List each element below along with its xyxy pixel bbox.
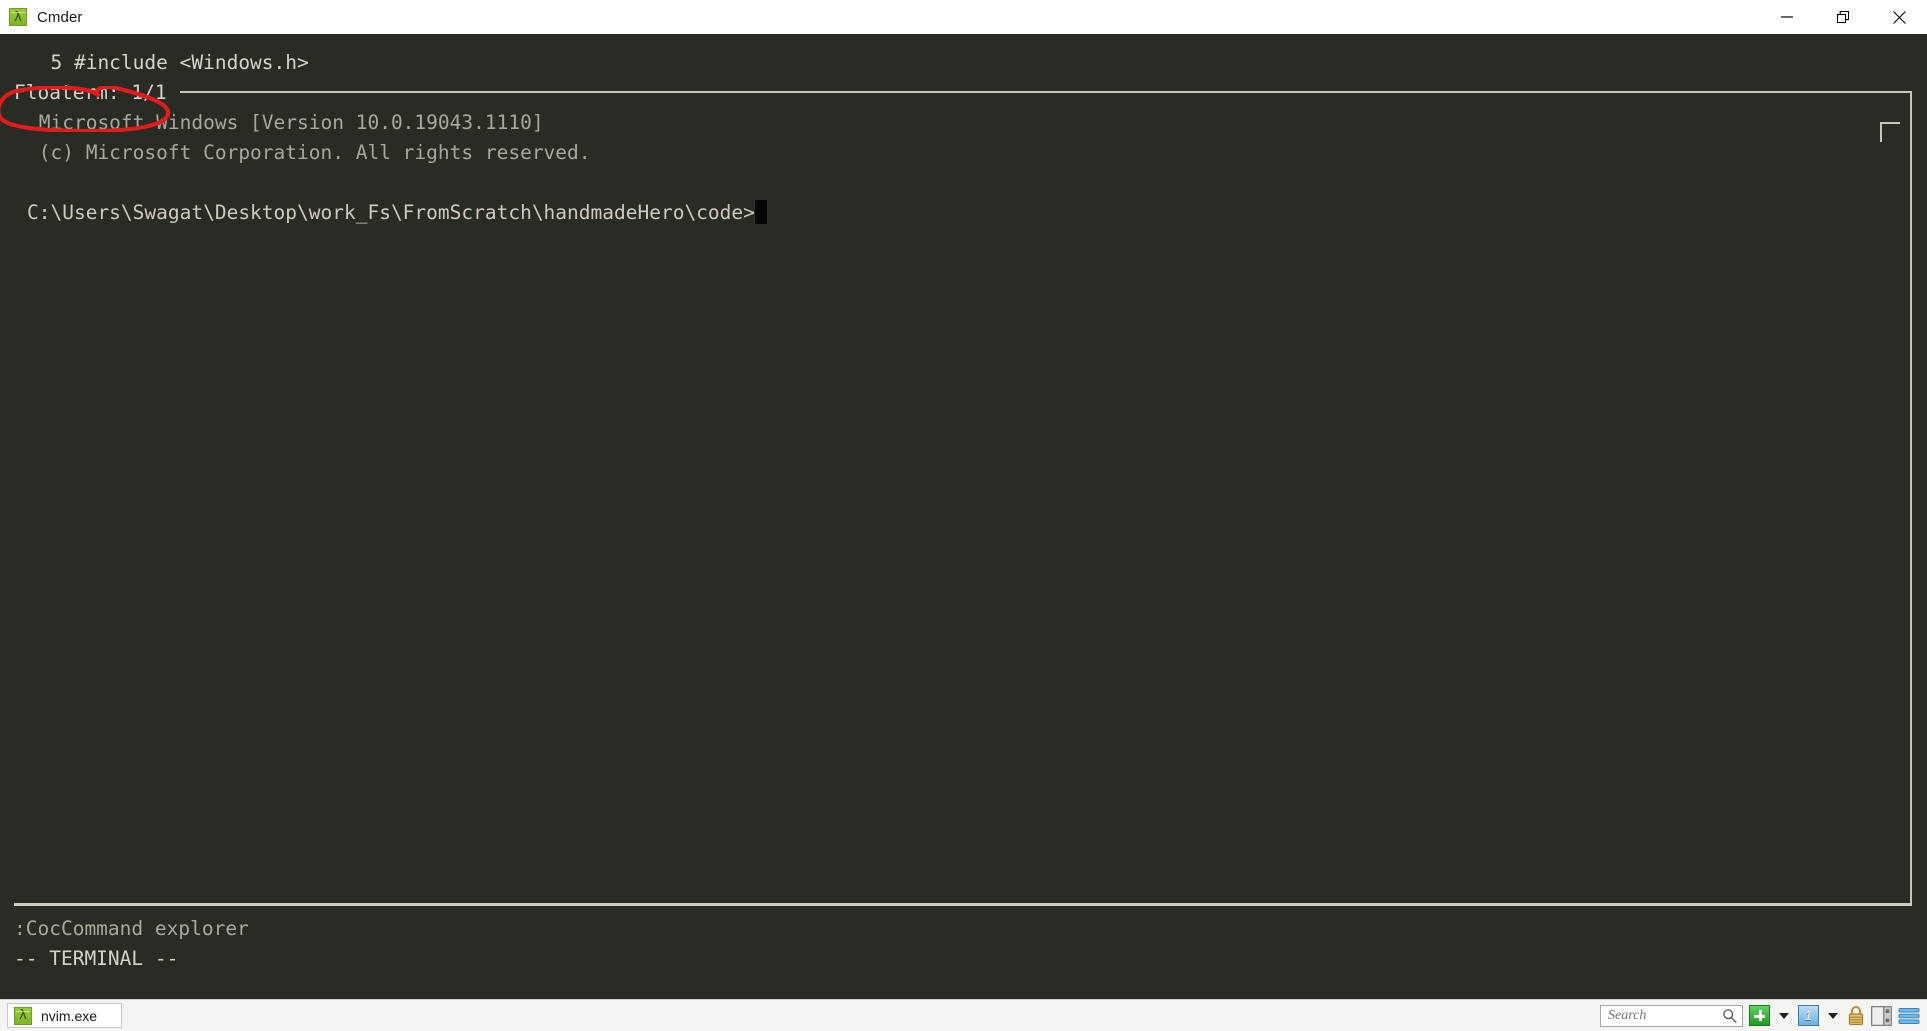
minimize-icon: [1781, 16, 1793, 18]
restore-button[interactable]: [1815, 0, 1871, 34]
restore-icon: [1836, 10, 1849, 23]
lambda-icon: λ: [9, 8, 27, 26]
cmder-statusbar: λ nvim.exe Search 1: [0, 999, 1927, 1031]
window-titlebar: λ Cmder: [0, 0, 1927, 34]
statusbar-right-group: Search 1: [1600, 1004, 1927, 1027]
shell-prompt-line[interactable]: C:\Users\Swagat\Desktop\work_Fs\FromScra…: [27, 198, 767, 228]
floaterm-status-label: Floaterm: 1/1: [14, 81, 167, 104]
console-tab-label: nvim.exe: [41, 1007, 98, 1024]
floating-terminal-bottom-border: [14, 903, 1912, 906]
vim-mode-line: -- TERMINAL --: [14, 947, 179, 970]
editor-line-include: 5 #include <Windows.h>: [27, 51, 309, 74]
floating-terminal-top-border: [180, 91, 1912, 93]
prompt-path: C:\Users\Swagat\Desktop\work_Fs\FromScra…: [27, 201, 755, 224]
vim-command-line: :CocCommand explorer: [14, 917, 249, 940]
close-icon: [1892, 10, 1906, 24]
new-console-button[interactable]: [1749, 1005, 1770, 1026]
search-box[interactable]: Search: [1600, 1004, 1743, 1027]
floating-terminal-corner-mark: [1880, 122, 1900, 142]
console-tab-nvim[interactable]: λ nvim.exe: [7, 1003, 122, 1028]
lambda-icon: λ: [14, 1006, 32, 1025]
lock-icon[interactable]: [1847, 1005, 1865, 1026]
copyright-line: (c) Microsoft Corporation. All rights re…: [27, 141, 591, 164]
close-button[interactable]: [1871, 0, 1927, 34]
search-input[interactable]: Search: [1608, 1008, 1722, 1024]
floating-terminal-right-border: [1910, 91, 1912, 906]
panel-layout-icon[interactable]: [1871, 1005, 1892, 1026]
minimize-button[interactable]: [1759, 0, 1815, 34]
titlebar-left: λ Cmder: [0, 8, 83, 26]
window-controls: [1759, 0, 1927, 34]
new-console-chevron-down-icon[interactable]: [1779, 1012, 1789, 1019]
tabs-chevron-down-icon[interactable]: [1828, 1012, 1838, 1019]
hamburger-menu-icon[interactable]: [1898, 1006, 1920, 1026]
active-tab-indicator[interactable]: 1: [1798, 1005, 1819, 1026]
windows-version-line: Microsoft Windows [Version 10.0.19043.11…: [27, 111, 544, 134]
window-title: Cmder: [37, 8, 83, 26]
search-icon: [1722, 1008, 1738, 1024]
block-cursor: [754, 200, 767, 224]
terminal-surface[interactable]: 5 #include <Windows.h> Floaterm: 1/1 Mic…: [0, 34, 1927, 999]
